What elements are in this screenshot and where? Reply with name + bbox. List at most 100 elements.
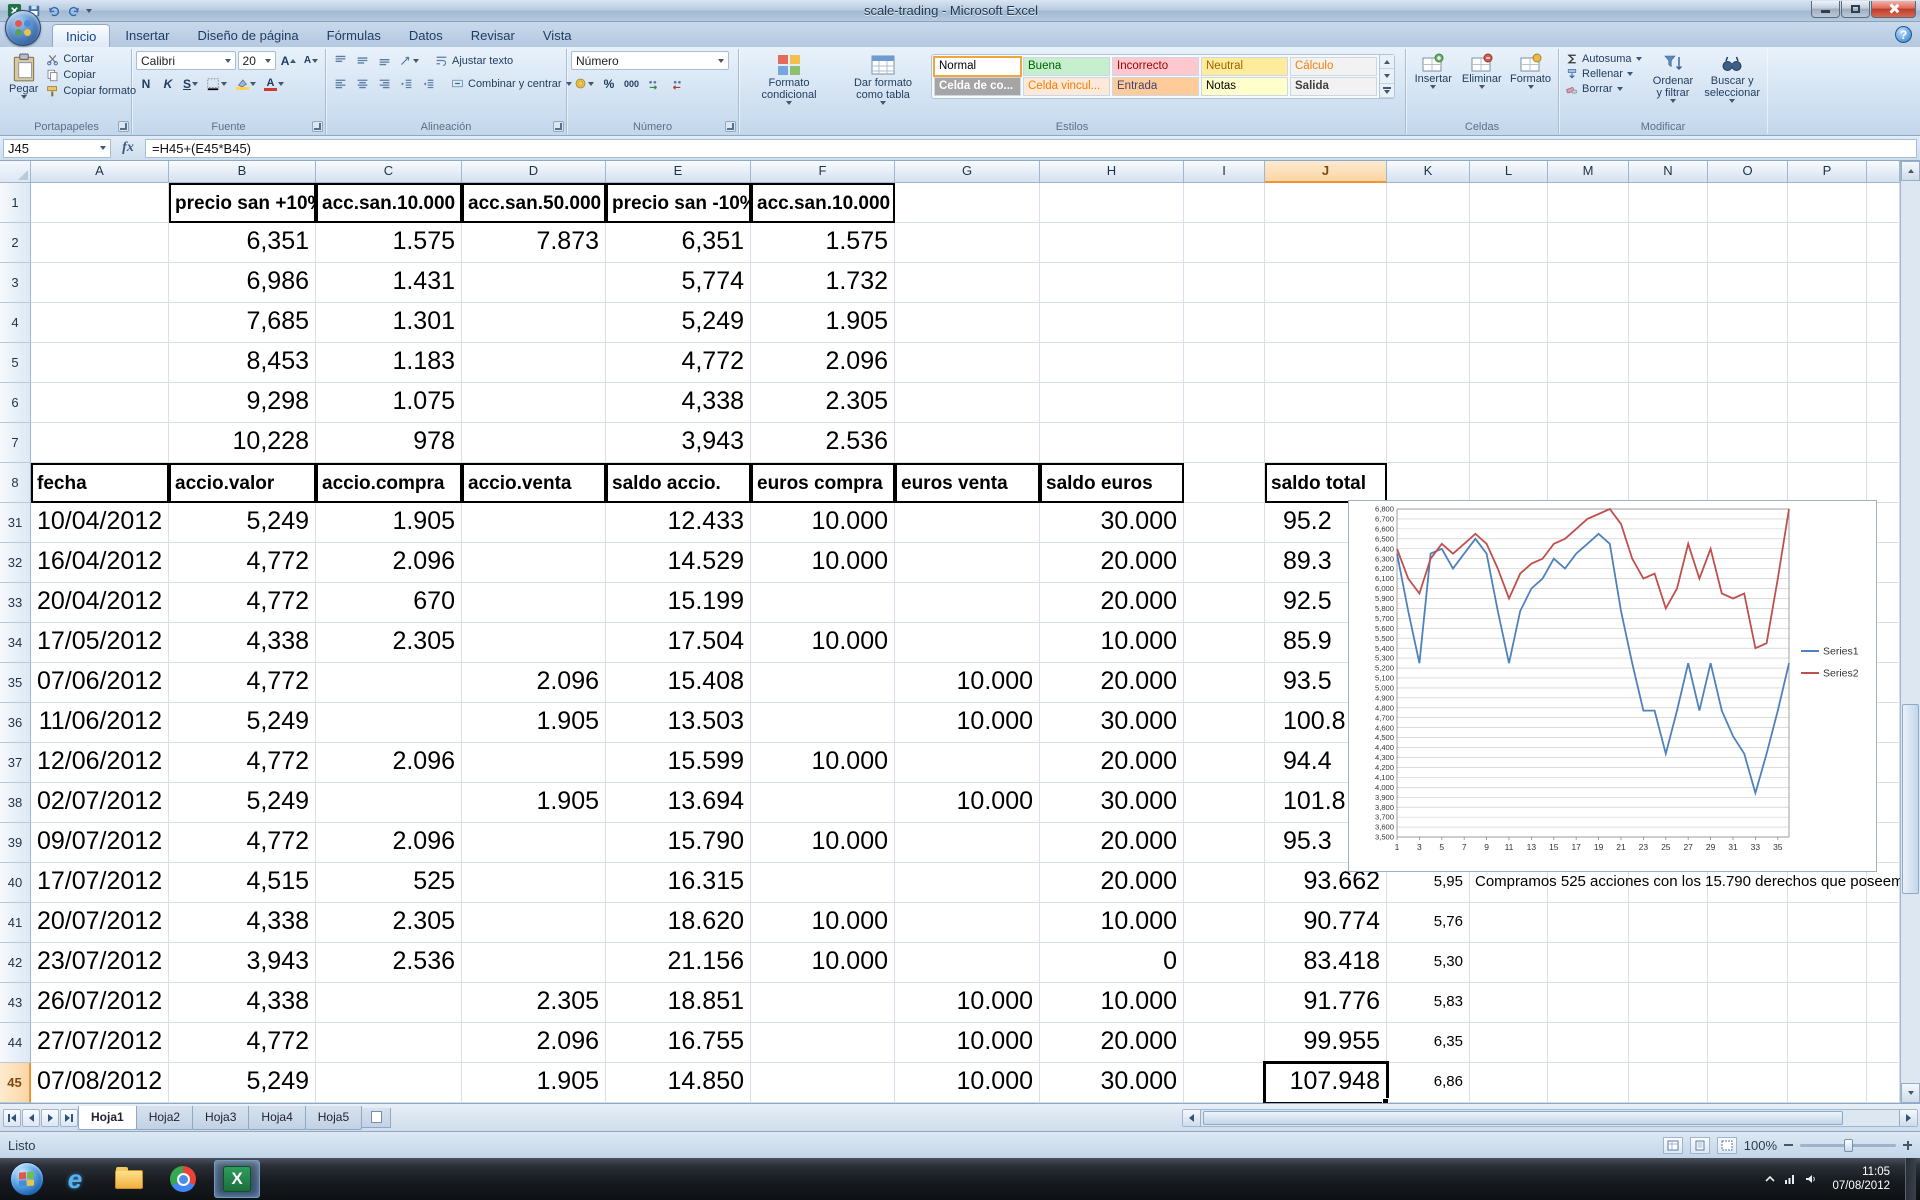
increase-decimal-button[interactable]: [644, 74, 664, 93]
row-header-3[interactable]: 3: [0, 263, 31, 303]
cell-J41[interactable]: 90.774: [1265, 903, 1387, 943]
minimize-button[interactable]: [1811, 1, 1840, 18]
cell-I34[interactable]: [1184, 623, 1265, 663]
fill-button[interactable]: Rellenar: [1563, 66, 1645, 81]
fill-handle[interactable]: [1382, 1098, 1389, 1103]
tab-revisar[interactable]: Revisar: [458, 24, 528, 47]
cell-E39[interactable]: 15.790: [606, 823, 751, 863]
row-header-43[interactable]: 43: [0, 983, 31, 1023]
help-icon[interactable]: ?: [1895, 26, 1912, 43]
cell-B45[interactable]: 5,249: [169, 1063, 316, 1103]
cell-F42[interactable]: 10.000: [751, 943, 895, 983]
cell-G44[interactable]: 10.000: [895, 1023, 1040, 1063]
cell-A31[interactable]: 10/04/2012: [31, 503, 169, 543]
cell-D2[interactable]: 7.873: [462, 223, 606, 263]
column-header-G[interactable]: G: [895, 161, 1040, 183]
wrap-text-button[interactable]: Ajustar texto: [432, 53, 516, 69]
cell-L45[interactable]: [1470, 1063, 1548, 1103]
cell-C34[interactable]: 2.305: [316, 623, 462, 663]
row-header-40[interactable]: 40: [0, 863, 31, 903]
row-header-42[interactable]: 42: [0, 943, 31, 983]
cell-M6[interactable]: [1548, 383, 1629, 423]
cell-B39[interactable]: 4,772: [169, 823, 316, 863]
format-painter-button[interactable]: Copiar formato: [43, 83, 139, 99]
cell-C39[interactable]: 2.096: [316, 823, 462, 863]
scroll-down-button[interactable]: [1901, 1083, 1920, 1103]
cell-O41[interactable]: [1708, 903, 1788, 943]
cell-K5[interactable]: [1387, 343, 1470, 383]
cell-I36[interactable]: [1184, 703, 1265, 743]
align-top-button[interactable]: [330, 51, 350, 70]
cell-B5[interactable]: 8,453: [169, 343, 316, 383]
tab-diseño-de-página[interactable]: Diseño de página: [184, 24, 311, 47]
cell-M2[interactable]: [1548, 223, 1629, 263]
column-header-N[interactable]: N: [1629, 161, 1708, 183]
cell-J3[interactable]: [1265, 263, 1387, 303]
cell-O1[interactable]: [1708, 183, 1788, 223]
column-header-B[interactable]: B: [169, 161, 316, 183]
cell-J2[interactable]: [1265, 223, 1387, 263]
cell-I4[interactable]: [1184, 303, 1265, 343]
cell-I37[interactable]: [1184, 743, 1265, 783]
taskbar-app-excel[interactable]: X: [214, 1160, 260, 1198]
cell-C33[interactable]: 670: [316, 583, 462, 623]
cell-I32[interactable]: [1184, 543, 1265, 583]
office-button[interactable]: [5, 10, 41, 46]
taskbar-clock[interactable]: 11:05 07/08/2012: [1826, 1165, 1896, 1194]
cell-L6[interactable]: [1470, 383, 1548, 423]
cell-E7[interactable]: 3,943: [606, 423, 751, 463]
cell-style-incorrecto[interactable]: Incorrecto: [1112, 57, 1199, 76]
find-select-button[interactable]: Buscar y seleccionar: [1701, 51, 1763, 105]
cell-D40[interactable]: [462, 863, 606, 903]
cell-N44[interactable]: [1629, 1023, 1708, 1063]
cell-L1[interactable]: [1470, 183, 1548, 223]
normal-view-button[interactable]: [1663, 1137, 1683, 1154]
cell-M1[interactable]: [1548, 183, 1629, 223]
cell-E45[interactable]: 14.850: [606, 1063, 751, 1103]
cell-B44[interactable]: 4,772: [169, 1023, 316, 1063]
cell-K45[interactable]: 6,86: [1387, 1063, 1470, 1103]
cell-J8[interactable]: saldo total: [1265, 463, 1387, 503]
cell-B41[interactable]: 4,338: [169, 903, 316, 943]
cell-C8[interactable]: accio.compra: [316, 463, 462, 503]
cell-B42[interactable]: 3,943: [169, 943, 316, 983]
taskbar-app-file-explorer[interactable]: [106, 1160, 152, 1198]
column-header-J[interactable]: J: [1265, 161, 1387, 183]
horizontal-scroll-track[interactable]: [1201, 1110, 1899, 1126]
cell-J1[interactable]: [1265, 183, 1387, 223]
cell-J45[interactable]: 107.948: [1265, 1063, 1387, 1103]
cell-C2[interactable]: 1.575: [316, 223, 462, 263]
cell-H31[interactable]: 30.000: [1040, 503, 1184, 543]
cell-C31[interactable]: 1.905: [316, 503, 462, 543]
cell-C3[interactable]: 1.431: [316, 263, 462, 303]
cell-O5[interactable]: [1708, 343, 1788, 383]
cell-X6[interactable]: [1867, 383, 1900, 423]
cell-X2[interactable]: [1867, 223, 1900, 263]
percent-button[interactable]: %: [599, 74, 619, 93]
cell-D45[interactable]: 1.905: [462, 1063, 606, 1103]
cell-G42[interactable]: [895, 943, 1040, 983]
zoom-in-icon[interactable]: [1903, 1141, 1912, 1150]
cell-E44[interactable]: 16.755: [606, 1023, 751, 1063]
cell-B36[interactable]: 5,249: [169, 703, 316, 743]
cell-K8[interactable]: [1387, 463, 1470, 503]
row-header-5[interactable]: 5: [0, 343, 31, 383]
cell-C6[interactable]: 1.075: [316, 383, 462, 423]
cell-K7[interactable]: [1387, 423, 1470, 463]
cell-B38[interactable]: 5,249: [169, 783, 316, 823]
cell-A45[interactable]: 07/08/2012: [31, 1063, 169, 1103]
row-header-44[interactable]: 44: [0, 1023, 31, 1063]
column-header-E[interactable]: E: [606, 161, 751, 183]
cell-O8[interactable]: [1708, 463, 1788, 503]
cell-L44[interactable]: [1470, 1023, 1548, 1063]
cell-O3[interactable]: [1708, 263, 1788, 303]
cell-G34[interactable]: [895, 623, 1040, 663]
cell-P8[interactable]: [1788, 463, 1867, 503]
cell-F44[interactable]: [751, 1023, 895, 1063]
column-header-C[interactable]: C: [316, 161, 462, 183]
cell-F3[interactable]: 1.732: [751, 263, 895, 303]
cell-P43[interactable]: [1788, 983, 1867, 1023]
cell-X45[interactable]: [1867, 1063, 1900, 1103]
tray-expand-icon[interactable]: [1765, 1175, 1775, 1183]
cell-M4[interactable]: [1548, 303, 1629, 343]
